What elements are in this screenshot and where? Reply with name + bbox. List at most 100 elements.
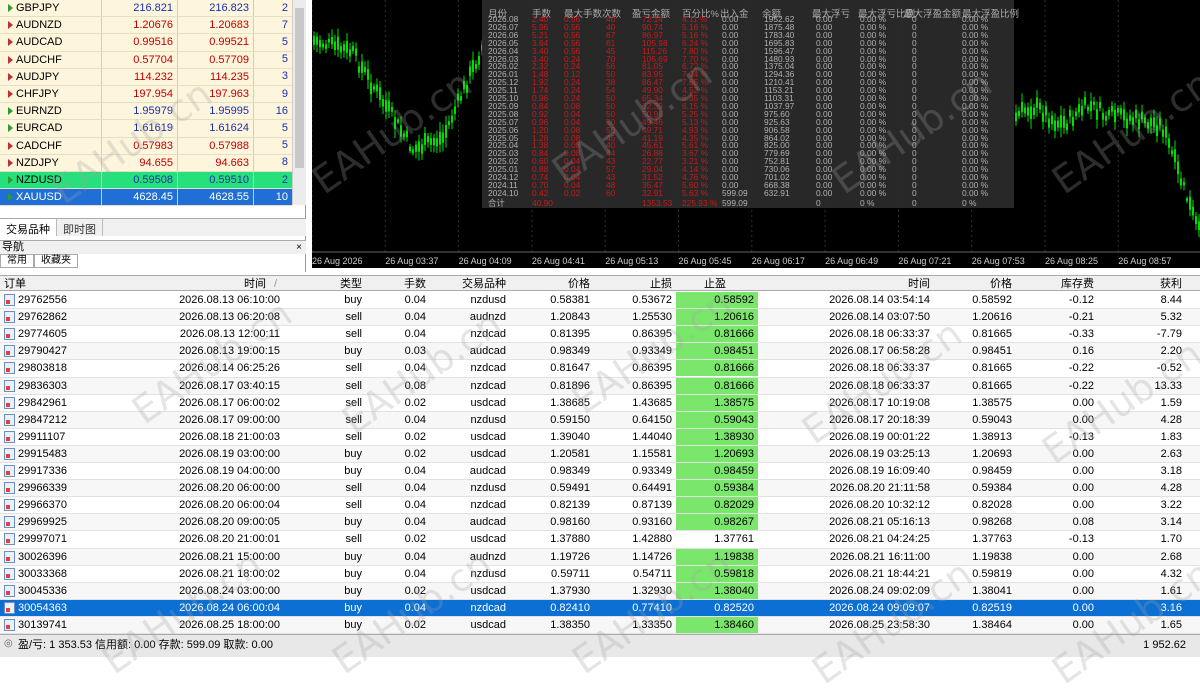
stats-cell: 0.02 [564, 187, 581, 198]
table-cell: usdcad [430, 583, 510, 599]
market-watch-row[interactable]: GBPJPY 216.821 216.823 2 [0, 0, 292, 18]
table-row[interactable]: 30026396 2026.08.21 15:00:00 buy 0.04 audnzd… [0, 548, 1200, 566]
table-row[interactable]: 29774605 2026.08.13 12:00:11 sell 0.04 nzdca… [0, 326, 1200, 344]
navigator-header: 导航 × [0, 240, 306, 254]
arrow-icon [8, 21, 13, 30]
table-row[interactable]: 30033368 2026.08.21 18:00:02 buy 0.04 nzdusd… [0, 565, 1200, 583]
market-watch-row[interactable]: CHFJPY 197.954 197.963 9 [0, 86, 292, 104]
table-cell: 1.38041 [934, 583, 1016, 599]
table-cell: 2026.08.20 06:00:00 [164, 480, 284, 496]
symbol-cell: GBPJPY [0, 0, 102, 17]
market-watch-row[interactable]: CADCHF 0.57983 0.57988 5 [0, 137, 292, 155]
table-cell: nzdcad [430, 497, 510, 513]
table-cell: 1.38350 [510, 617, 594, 633]
table-cell: 0.04 [366, 326, 430, 342]
table-row[interactable]: 29969925 2026.08.20 09:00:05 buy 0.04 audcad… [0, 514, 1200, 532]
cell-value: -0.22 [1068, 362, 1094, 375]
table-cell: 2026.08.19 04:00:00 [164, 463, 284, 479]
table-cell: 0.04 [366, 309, 430, 325]
cell-value: 0.59711 [551, 567, 590, 580]
market-watch-row[interactable]: EURNZD 1.95979 1.95995 16 [0, 103, 292, 121]
candle-body [1096, 109, 1098, 120]
cell-value: 0.82519 [972, 601, 1012, 614]
candle-body [1021, 101, 1023, 113]
cell-value: 0.81647 [550, 362, 590, 375]
column-header[interactable]: 价格 [934, 277, 1016, 291]
table-row[interactable]: 29997071 2026.08.20 21:00:01 sell 0.02 usdca… [0, 531, 1200, 549]
table-row[interactable]: 29762862 2026.08.13 06:20:08 sell 0.04 audnz… [0, 309, 1200, 327]
table-row[interactable]: 29915483 2026.08.19 03:00:00 buy 0.02 usdcad… [0, 445, 1200, 464]
table-cell: 0.53672 [594, 292, 676, 308]
column-header[interactable]: 手数 [366, 277, 430, 291]
table-row[interactable]: 29762556 2026.08.13 06:10:00 buy 0.04 nzdusd… [0, 292, 1200, 310]
cell-value: 29915483 [18, 447, 67, 460]
cell-value: 0.98459 [972, 465, 1012, 477]
tab-favorites[interactable]: 收藏夹 [34, 254, 78, 268]
cell-value: 30054363 [18, 601, 67, 614]
candle-body [1129, 115, 1131, 121]
symbol-name: CHFJPY [16, 88, 59, 101]
spread-value: 10 [275, 190, 288, 203]
table-row[interactable]: 29847212 2026.08.17 09:00:00 sell 0.04 nzdus… [0, 411, 1200, 429]
tab-symbols[interactable]: 交易品种 [0, 219, 57, 236]
column-header[interactable]: 时间 [758, 277, 934, 291]
navigator-title: 导航 [2, 241, 24, 253]
order-icon [4, 618, 15, 631]
table-cell: audnzd [430, 309, 510, 325]
candle-body [406, 130, 408, 138]
table-row[interactable]: 29917336 2026.08.19 04:00:00 buy 0.04 audcad… [0, 463, 1200, 481]
table-row[interactable]: 30045336 2026.08.24 03:00:00 buy 0.02 usdcad… [0, 582, 1200, 600]
table-row[interactable]: 29842961 2026.08.17 06:00:02 sell 0.02 usdca… [0, 394, 1200, 412]
table-cell: 2026.08.19 03:25:13 [758, 446, 934, 462]
column-header[interactable]: 库存费 [1016, 277, 1098, 291]
table-row[interactable]: 30054363 2026.08.24 06:00:04 buy 0.04 nzdcad… [0, 599, 1200, 617]
cell-value: buy [344, 465, 362, 477]
table-cell: 1.20843 [510, 309, 594, 325]
market-watch-row[interactable]: NZDJPY 94.655 94.663 8 [0, 154, 292, 172]
column-header[interactable]: 交易品种 [430, 277, 510, 291]
scroll-thumb[interactable] [295, 8, 304, 168]
market-watch-row[interactable]: AUDCHF 0.57704 0.57709 5 [0, 51, 292, 69]
table-cell: 1.38913 [934, 429, 1016, 445]
column-header[interactable]: 价格 [510, 277, 594, 291]
table-row[interactable]: 30139741 2026.08.25 18:00:00 buy 0.02 usdcad… [0, 616, 1200, 635]
tab-common[interactable]: 常用 [0, 254, 34, 268]
candle-body [1126, 118, 1128, 129]
cell-value: 1.38041 [972, 584, 1012, 597]
candle-body [1063, 116, 1065, 128]
price-chart[interactable]: 月份 手数 最大手数次数 盈亏金额 百分比% 出入金 余额 最大浮亏 最大浮亏比例 最大浮盈金额最… [312, 0, 1200, 268]
table-cell: 1.25530 [594, 309, 676, 325]
table-row[interactable]: 29966370 2026.08.20 06:00:04 sell 0.04 nzdca… [0, 497, 1200, 515]
market-watch-row[interactable]: EURCAD 1.61619 1.61624 5 [0, 120, 292, 138]
table-cell: 0.82029 [676, 497, 758, 514]
table-row[interactable]: 29836303 2026.08.17 03:40:15 sell 0.08 nzdca… [0, 377, 1200, 395]
close-icon[interactable]: × [296, 241, 302, 254]
cell-value: 29997071 [18, 533, 67, 546]
market-watch-row[interactable]: NZDUSD 0.59508 0.59510 2 [0, 172, 292, 190]
market-watch-row[interactable]: AUDNZD 1.20676 1.20683 7 [0, 17, 292, 35]
candle-body [352, 45, 354, 52]
table-cell: 29997071 [4, 531, 164, 547]
market-watch-row[interactable]: AUDJPY 114.232 114.235 3 [0, 68, 292, 86]
table-row[interactable]: 29803818 2026.08.14 06:25:26 sell 0.04 nzdca… [0, 360, 1200, 378]
table-row[interactable]: 29790427 2026.08.13 19:00:15 buy 0.03 audcad… [0, 343, 1200, 361]
tab-tick-chart[interactable]: 即时图 [57, 219, 103, 236]
cell-value: 29917336 [18, 465, 67, 477]
table-cell: 2026.08.21 18:44:21 [758, 566, 934, 582]
arrow-icon [8, 124, 13, 133]
table-cell: usdcad [430, 429, 510, 445]
column-header[interactable]: 时间 [164, 277, 270, 291]
market-watch-row[interactable]: XAUUSD 4628.45 4628.55 10 [0, 189, 292, 207]
sort-icon[interactable]: / [274, 277, 277, 291]
column-header[interactable]: 止损 [594, 277, 676, 291]
market-watch-row[interactable]: AUDCAD 0.99516 0.99521 5 [0, 34, 292, 52]
candle-body [403, 133, 405, 137]
column-header[interactable]: 类型 [284, 277, 366, 291]
market-watch-scrollbar[interactable] [292, 0, 306, 205]
table-row[interactable]: 29911107 2026.08.18 21:00:03 sell 0.02 usdca… [0, 428, 1200, 446]
cell-value: 3.16 [1160, 601, 1182, 614]
column-header[interactable]: 获利 [1098, 277, 1186, 291]
column-header[interactable]: 止盈 [676, 277, 758, 291]
column-header[interactable]: 订单 [4, 277, 164, 291]
table-row[interactable]: 29966339 2026.08.20 06:00:00 sell 0.04 nzdus… [0, 480, 1200, 498]
